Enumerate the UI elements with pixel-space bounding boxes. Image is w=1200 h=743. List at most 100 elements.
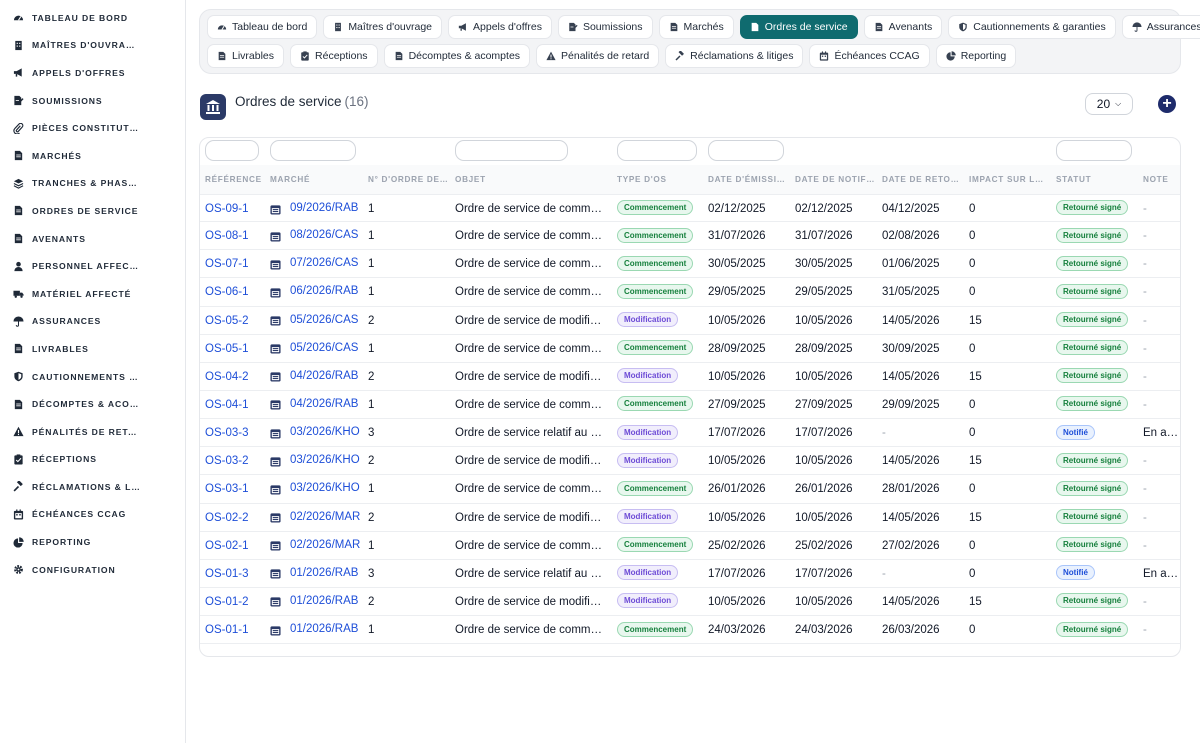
filter-type-input[interactable]: [617, 140, 697, 161]
table-row[interactable]: OS-05-2 05/2026/CAS 2 Ordre de service de m…: [200, 307, 1180, 335]
cell-marche[interactable]: 02/2026/MAR: [270, 504, 362, 532]
table-row[interactable]: OS-07-1 07/2026/CAS 1 Ordre de service de c…: [200, 250, 1180, 279]
cell-reference[interactable]: OS-01-3: [205, 560, 263, 588]
marche-link[interactable]: 03/2026/KHO: [290, 475, 360, 502]
filter-marche-input[interactable]: [270, 140, 356, 161]
cell-marche[interactable]: 03/2026/KHO: [270, 419, 362, 447]
cell-reference[interactable]: OS-03-1: [205, 475, 263, 503]
column-header-marche[interactable]: MARCHÉ: [270, 165, 362, 194]
cell-marche[interactable]: 05/2026/CAS: [270, 335, 362, 363]
sidebar-item-ordres-de-service[interactable]: ORDRES DE SERVICE: [0, 197, 185, 225]
sidebar-item-reporting[interactable]: REPORTING: [0, 528, 185, 556]
cell-marche[interactable]: 02/2026/MAR: [270, 532, 362, 560]
column-header-objet[interactable]: OBJET: [455, 165, 607, 194]
sidebar-item-avenants[interactable]: AVENANTS: [0, 225, 185, 253]
column-header-date-notification[interactable]: DATE DE NOTIF…: [795, 165, 875, 194]
table-row[interactable]: OS-06-1 06/2026/RAB 1 Ordre de service de c…: [200, 278, 1180, 307]
column-header-date-emission[interactable]: DATE D'ÉMISSI…: [708, 165, 788, 194]
column-header-type-os[interactable]: TYPE D'OS: [617, 165, 701, 194]
marche-link[interactable]: 05/2026/CAS: [290, 307, 358, 334]
table-row[interactable]: OS-04-1 04/2026/RAB 1 Ordre de service de c…: [200, 391, 1180, 420]
marche-link[interactable]: 03/2026/KHO: [290, 447, 360, 474]
tab-tableau-de-bord[interactable]: Tableau de bord: [207, 15, 318, 39]
table-row[interactable]: OS-02-2 02/2026/MAR 2 Ordre de service de m…: [200, 504, 1180, 532]
sidebar-item-soumissions[interactable]: SOUMISSIONS: [0, 87, 185, 115]
cell-reference[interactable]: OS-02-2: [205, 504, 263, 532]
tab-marches[interactable]: Marchés: [658, 15, 734, 39]
cell-marche[interactable]: 04/2026/RAB: [270, 391, 362, 419]
cell-marche[interactable]: 06/2026/RAB: [270, 278, 362, 306]
marche-link[interactable]: 02/2026/MAR: [290, 504, 360, 531]
cell-marche[interactable]: 07/2026/CAS: [270, 250, 362, 278]
column-header-note[interactable]: NOTE: [1143, 165, 1180, 194]
sidebar-item-cautionnements[interactable]: CAUTIONNEMENTS & …: [0, 363, 185, 391]
filter-objet-input[interactable]: [455, 140, 568, 161]
marche-link[interactable]: 03/2026/KHO: [290, 419, 360, 446]
sidebar-item-configuration[interactable]: CONFIGURATION: [0, 556, 185, 584]
tab-echeances-ccag[interactable]: Échéances CCAG: [809, 44, 930, 68]
marche-link[interactable]: 01/2026/RAB: [290, 588, 358, 615]
table-row[interactable]: OS-01-1 01/2026/RAB 1 Ordre de service de c…: [200, 616, 1180, 645]
sidebar-item-tranches-phases[interactable]: TRANCHES & PHASES: [0, 170, 185, 198]
cell-marche[interactable]: 09/2026/RAB: [270, 195, 362, 223]
cell-marche[interactable]: 03/2026/KHO: [270, 475, 362, 503]
tab-livrables[interactable]: Livrables: [207, 44, 285, 68]
column-header-numero-ordre[interactable]: N° D'ORDRE DE…: [368, 165, 448, 194]
marche-link[interactable]: 08/2026/CAS: [290, 222, 358, 249]
table-row[interactable]: OS-02-1 02/2026/MAR 1 Ordre de service de c…: [200, 532, 1180, 560]
table-row[interactable]: OS-08-1 08/2026/CAS 1 Ordre de service de c…: [200, 222, 1180, 251]
add-button[interactable]: +: [1158, 95, 1176, 113]
sidebar-item-materiel-affecte[interactable]: MATÉRIEL AFFECTÉ: [0, 280, 185, 308]
table-row[interactable]: OS-03-1 03/2026/KHO 1 Ordre de service de c…: [200, 475, 1180, 504]
cell-reference[interactable]: OS-08-1: [205, 222, 263, 250]
cell-reference[interactable]: OS-06-1: [205, 278, 263, 306]
cell-marche[interactable]: 01/2026/RAB: [270, 588, 362, 616]
per-page-select[interactable]: 20 ⌵: [1085, 93, 1133, 115]
cell-reference[interactable]: OS-09-1: [205, 195, 263, 223]
cell-reference[interactable]: OS-03-3: [205, 419, 263, 447]
marche-link[interactable]: 01/2026/RAB: [290, 560, 358, 587]
marche-link[interactable]: 02/2026/MAR: [290, 532, 360, 559]
sidebar-item-tableau-de-bord[interactable]: TABLEAU DE BORD: [0, 4, 185, 32]
table-row[interactable]: OS-01-2 01/2026/RAB 2 Ordre de service de m…: [200, 588, 1180, 617]
sidebar-item-maitres-d-ouvrage[interactable]: MAÎTRES D'OUVRAGE: [0, 32, 185, 60]
tab-avenants[interactable]: Avenants: [863, 15, 943, 39]
table-row[interactable]: OS-03-2 03/2026/KHO 2 Ordre de service de m…: [200, 447, 1180, 476]
sidebar-item-decomptes-acom[interactable]: DÉCOMPTES & ACOM…: [0, 390, 185, 418]
marche-link[interactable]: 06/2026/RAB: [290, 278, 358, 305]
cell-reference[interactable]: OS-02-1: [205, 532, 263, 560]
sidebar-item-assurances[interactable]: ASSURANCES: [0, 308, 185, 336]
cell-reference[interactable]: OS-01-2: [205, 588, 263, 616]
table-row[interactable]: OS-04-2 04/2026/RAB 2 Ordre de service de m…: [200, 363, 1180, 391]
cell-reference[interactable]: OS-05-1: [205, 335, 263, 363]
table-row[interactable]: OS-03-3 03/2026/KHO 3 Ordre de service rela…: [200, 419, 1180, 448]
sidebar-item-reclamations-lit[interactable]: RÉCLAMATIONS & LIT…: [0, 473, 185, 501]
marche-link[interactable]: 04/2026/RAB: [290, 391, 358, 418]
cell-reference[interactable]: OS-01-1: [205, 616, 263, 644]
column-header-date-retour[interactable]: DATE DE RETO…: [882, 165, 962, 194]
sidebar-item-penalites-de-retard[interactable]: PÉNALITÉS DE RETARD: [0, 418, 185, 446]
tab-reporting[interactable]: Reporting: [935, 44, 1017, 68]
tab-penalites-de-retard[interactable]: Pénalités de retard: [536, 44, 660, 68]
filter-reference-input[interactable]: [205, 140, 259, 161]
marche-link[interactable]: 04/2026/RAB: [290, 363, 358, 390]
marche-link[interactable]: 07/2026/CAS: [290, 250, 358, 277]
table-row[interactable]: OS-01-3 01/2026/RAB 3 Ordre de service rela…: [200, 560, 1180, 588]
marche-link[interactable]: 05/2026/CAS: [290, 335, 358, 362]
tab-maitres-d-ouvrage[interactable]: Maîtres d'ouvrage: [323, 15, 443, 39]
marche-link[interactable]: 01/2026/RAB: [290, 616, 358, 643]
cell-marche[interactable]: 04/2026/RAB: [270, 363, 362, 391]
cell-marche[interactable]: 08/2026/CAS: [270, 222, 362, 250]
sidebar-item-receptions[interactable]: RÉCEPTIONS: [0, 446, 185, 474]
tab-receptions[interactable]: Réceptions: [290, 44, 378, 68]
tab-soumissions[interactable]: Soumissions: [557, 15, 653, 39]
cell-reference[interactable]: OS-07-1: [205, 250, 263, 278]
sidebar-item-livrables[interactable]: LIVRABLES: [0, 335, 185, 363]
cell-marche[interactable]: 01/2026/RAB: [270, 616, 362, 644]
table-row[interactable]: OS-09-1 09/2026/RAB 1 Ordre de service de c…: [200, 194, 1180, 223]
sidebar-item-personnel-affecte[interactable]: PERSONNEL AFFECTÉ: [0, 252, 185, 280]
tab-decomptes-acomptes[interactable]: Décomptes & acomptes: [383, 44, 531, 68]
tab-appels-d-offres[interactable]: Appels d'offres: [448, 15, 552, 39]
table-row[interactable]: OS-05-1 05/2026/CAS 1 Ordre de service de c…: [200, 335, 1180, 363]
tab-reclamations-litiges[interactable]: Réclamations & litiges: [665, 44, 804, 68]
